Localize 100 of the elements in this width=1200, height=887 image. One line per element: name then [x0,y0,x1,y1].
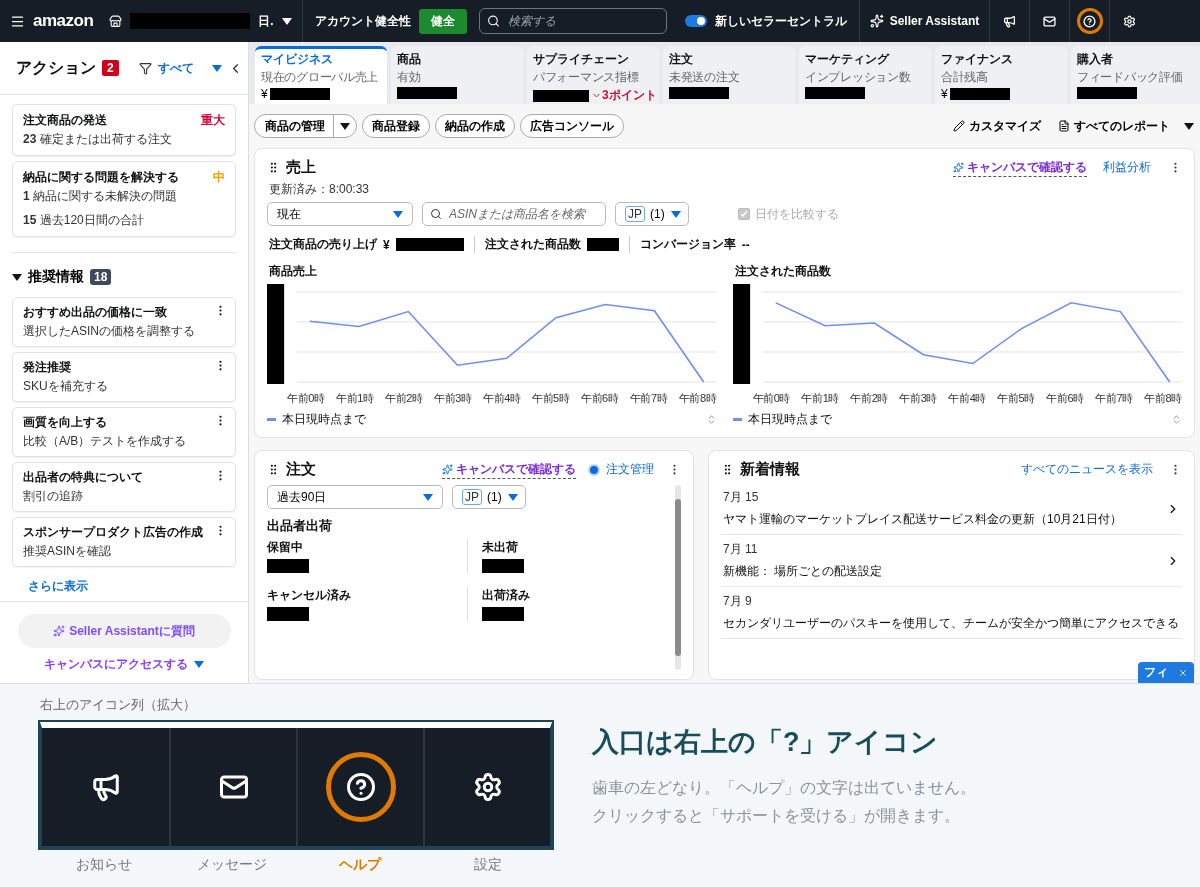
period-select[interactable]: 現在 [267,202,413,226]
show-more-link[interactable]: さらに表示 [28,578,88,595]
canvas-link[interactable]: キャンバスで確認する [442,460,576,479]
action-button[interactable]: 納品の作成 [435,114,515,138]
chart-title: 注文された商品数 [734,263,832,280]
recommendation-title: 発注推奨 [23,359,71,376]
redacted-block [267,607,309,621]
recommendation-detail: 比較（A/B）テストを作成する [23,433,188,450]
metric-tab[interactable]: ファイナンス 合計残高 ¥ [935,46,1067,104]
redacted-block [669,87,729,99]
recommendation-card[interactable]: 発注推奨 SKUを補充する [12,352,236,402]
seller-assistant-button[interactable]: Seller Assistant [889,14,980,28]
canvas-link[interactable]: キャンバスで確認する [953,158,1087,177]
metric-tab[interactable]: サプライチェーン パフォーマンス指標 3ポイント [527,46,659,104]
recommendation-card[interactable]: 画質を向上する 比較（A/B）テストを作成する [12,407,236,457]
canvas-access-link[interactable]: キャンバスにアクセスする [44,656,204,673]
sparkle-icon [953,161,964,173]
checkmark-icon [740,210,748,218]
axis-label: 午前1時 [336,391,374,406]
radio-dot[interactable] [588,463,600,476]
store-menu[interactable]: 日. [258,12,274,30]
marketplace-select[interactable]: JP (1) [452,485,526,509]
settings-icon [472,772,503,802]
metric-tab[interactable]: 商品 有効 [391,46,523,104]
all-news-link[interactable]: すべてのニュースを表示 [1021,461,1153,478]
action-button[interactable]: 広告コンソール [520,114,624,138]
toggle-switch[interactable] [684,15,707,27]
metric: コンバージョン率 -- [628,236,760,253]
marketplace-select[interactable]: JP (1) [615,202,689,226]
recommendations-toggle[interactable]: 推奨情報 18 [12,268,236,286]
action-card[interactable]: 注文商品の発送 重大 23 確定または出荷する注文 [12,104,236,156]
account-health-label: アカウント健全性 [314,12,411,30]
sparkle-icon [869,14,884,28]
axis-label: 午前8時 [678,391,717,406]
icon-label: ヘルプ [338,856,383,874]
icon-label: お知らせ [75,856,133,874]
axis-label: 午前6時 [1046,391,1084,406]
axis-label: 午前3時 [899,391,937,406]
recommendation-title: おすすめ出品の価格に一致 [23,304,167,321]
scrollbar[interactable] [675,485,681,670]
logo[interactable]: amazon [33,11,94,31]
legend-swatch [267,418,276,421]
menu-icon[interactable] [10,13,25,29]
caret-icon [507,493,518,501]
redacted-block [482,559,524,573]
mail-icon [1043,14,1057,28]
megaphone-icon [90,772,121,802]
caret-icon [194,661,204,668]
metric-tab[interactable]: 購入者 フィードバック評価 [1071,46,1200,104]
megaphone-icon [1003,14,1017,28]
reports-button[interactable]: すべてのレポート [1058,117,1194,135]
news-item[interactable]: 7月 15 ヤマト運輸のマーケットプレイス配送サービス料金の更新（10月21日付） [721,483,1182,535]
redacted-block [269,88,330,100]
axis-label: 午前4時 [948,391,986,406]
sparkle-icon [53,625,66,637]
close-icon[interactable] [1178,667,1188,678]
stat-label: 保留中 [267,539,304,556]
icon-label: メッセージ [196,856,268,874]
help-icon [345,772,376,802]
icon-label: 設定 [473,856,503,874]
caret-icon [281,17,292,25]
metric-tab[interactable]: 注文 未発送の注文 [663,46,795,104]
profit-analysis-link[interactable]: 利益分析 [1103,159,1151,176]
action-card[interactable]: 納品に関する問題を解決する 中 1 納品に関する未解決の問題 15 過去120日間の合計 [12,161,236,237]
news-item[interactable]: 7月 11 新機能： 場所ごとの配送設定 [721,535,1182,587]
split-button[interactable]: 商品の管理 [254,114,357,138]
action-detail: 23 確定または出荷する注文 [23,131,173,148]
customize-button[interactable]: カスタマイズ [953,117,1041,135]
recommendation-detail: 割引の追跡 [23,488,84,505]
recommendation-card[interactable]: おすすめ出品の価格に一致 選択したASINの価格を調整する [12,297,236,347]
action-button[interactable]: 商品登録 [362,114,430,138]
caret-icon [340,122,350,130]
metric-tab[interactable]: マイビジネス 現在のグローバル売上 ¥ [255,46,387,104]
axis-label: 午前4時 [482,391,521,406]
chart-title: 商品売上 [269,263,318,280]
asin-search-field[interactable]: ASINまたは商品名を検索 [422,202,606,226]
updated-time: 更新済み：8:00:33 [269,181,371,198]
redacted-block [397,87,457,99]
document-icon [1058,120,1070,132]
search-field[interactable]: 検索する [478,8,667,34]
recommendation-card[interactable]: 出品者の特典について 割引の追跡 [12,462,236,512]
news-item[interactable]: 7月 9 セカンダリユーザーのパスキーを使用して、チームが安全かつ簡単にアクセスできる [721,587,1182,639]
axis-label: 午前7時 [629,391,668,406]
recommendation-card[interactable]: スポンサープロダクト広告の作成 推奨ASINを確認 [12,517,236,567]
feedback-button[interactable]: フィ [1138,662,1194,683]
legend-label: 本日現時点まで [282,411,366,428]
stat-label: キャンセル済み [267,587,352,604]
actions-title: アクション [16,57,96,78]
ask-assistant-button[interactable]: Seller Assistantに質問 [17,614,231,648]
order-management-link[interactable]: 注文管理 [606,461,654,478]
recommendation-title: 画質を向上する [23,414,107,431]
metric-tab[interactable]: マーケティング インプレッション数 [799,46,931,104]
settings-icon [1123,14,1137,28]
caption: 右上のアイコン列（拡大） [40,696,197,714]
filter-dropdown[interactable]: すべて [138,59,222,77]
axis-label: 午前0時 [752,391,791,406]
period-select[interactable]: 過去90日 [267,485,443,509]
caret-icon [12,273,22,281]
action-detail: 1 納品に関する未解決の問題 [23,188,179,205]
caret-icon [670,210,681,218]
